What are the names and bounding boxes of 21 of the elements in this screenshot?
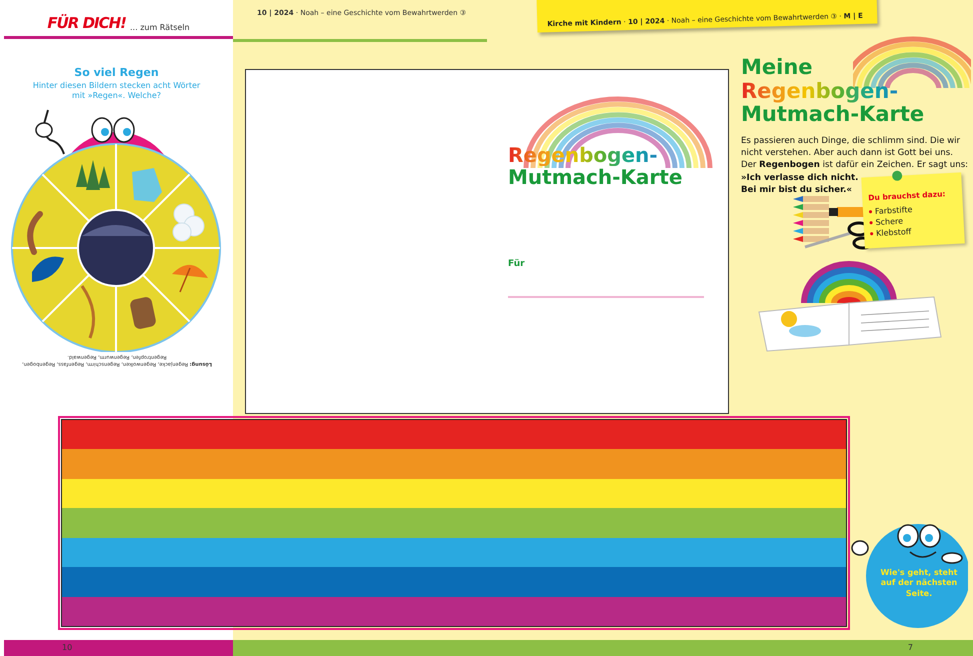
speech-text: Wie's geht, steht auf der nächsten Seite. [879,568,958,600]
page-number: 7 [908,642,913,654]
supply-item: Farbstifte [874,204,913,217]
logo-tagline: ... zum Rätseln [130,23,190,32]
recipient-label: Für [508,258,525,269]
bullet-icon [868,210,872,214]
pin-icon [890,169,904,182]
magazine-logo: FÜR DICH! [47,14,126,32]
supply-item: Schere [875,216,904,228]
intro-text: Es passieren auch Dinge, die schlimm sind. Die wir nicht verstehen. Aber auch dann ist Gott bei uns. Der Regenbogen ist dafür ein Zeichen. Er sagt uns: [741,134,969,172]
fill-in-line[interactable] [508,296,704,298]
title-line: Meine [741,56,814,80]
quote-text: »Ich verlasse dich nicht. Bei mir bist du sicher.« [741,172,860,197]
bullet-icon [870,232,874,236]
title-line: Mutmach-Karte [508,166,684,189]
bullet-icon [870,221,873,224]
title-line: Mutmach-Karte [741,103,926,127]
puzzle-instruction: Hinter diesen Bildern stecken acht Wörter mit »Regen«. Welche? [32,81,202,102]
page-number: 10 [62,643,72,652]
supply-item: Klebstoff [876,226,912,240]
puzzle-title: So viel Regen [74,66,159,79]
